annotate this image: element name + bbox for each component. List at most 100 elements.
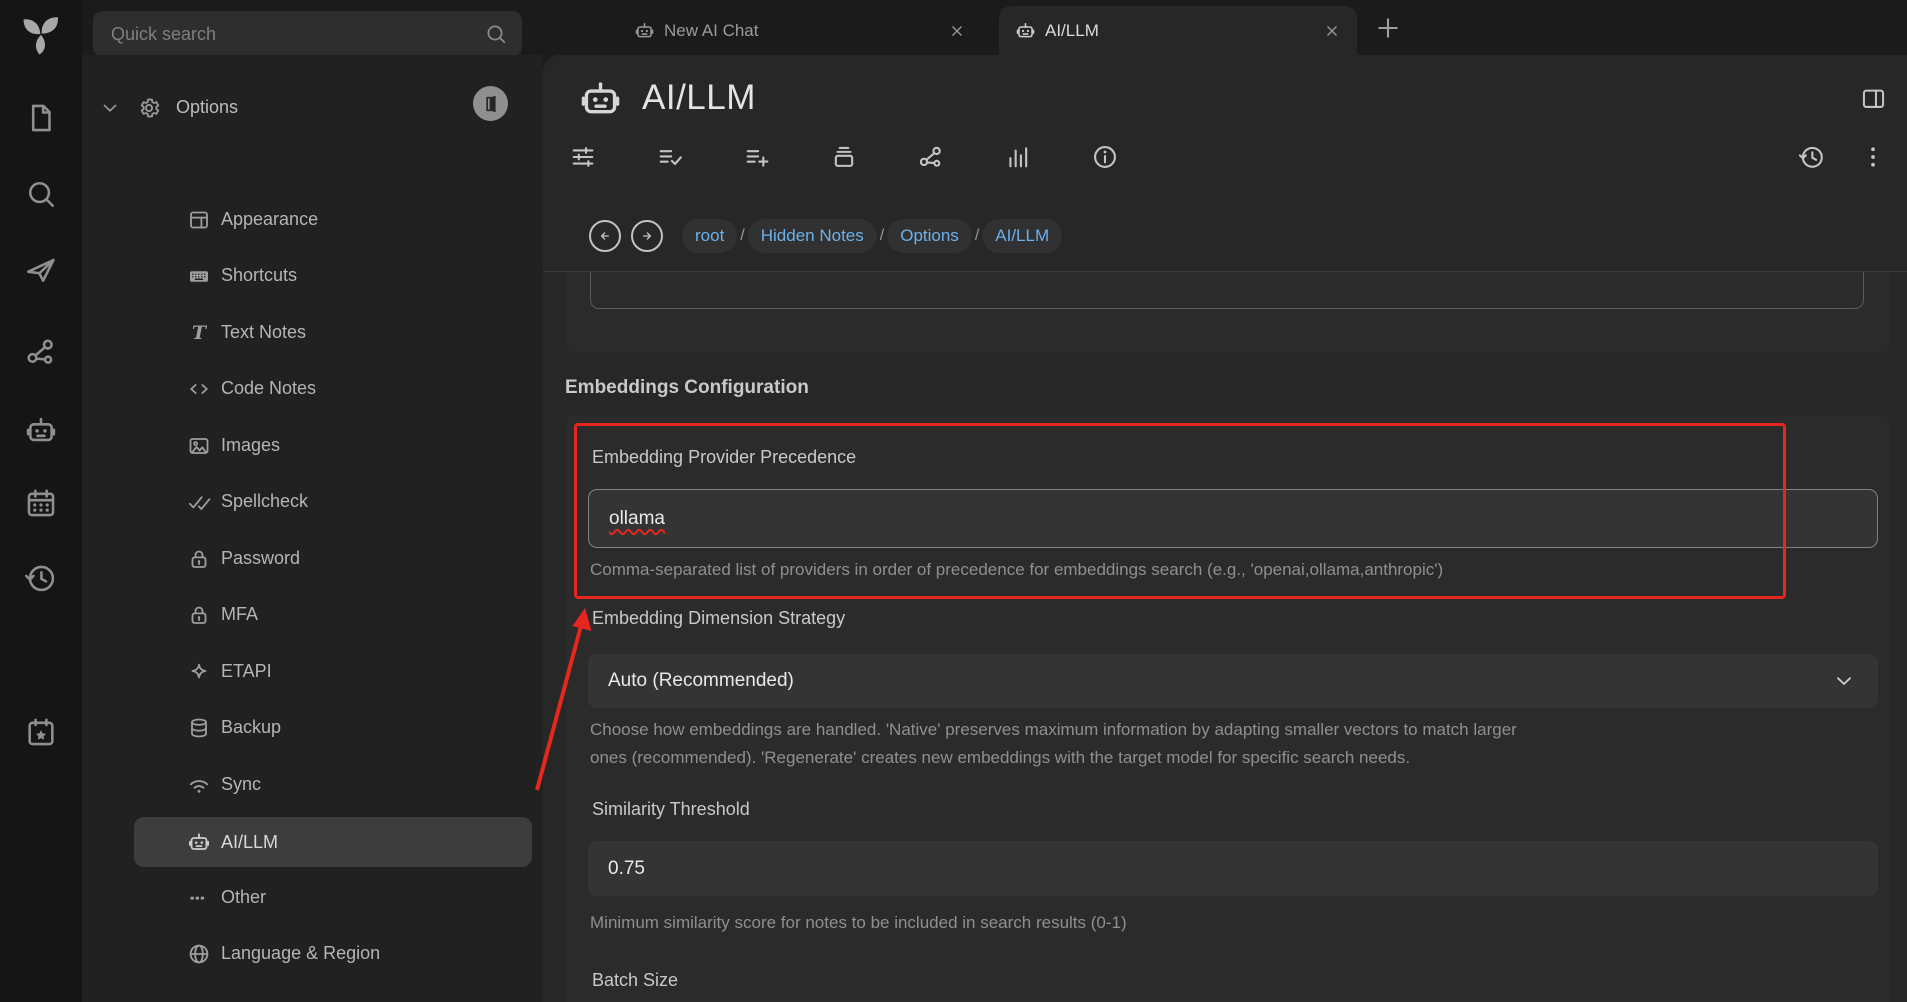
- breadcrumb-item-ai-llm[interactable]: AI/LLM: [982, 219, 1062, 253]
- tab-label: New AI Chat: [664, 21, 759, 41]
- quick-search-input[interactable]: Quick search: [93, 11, 522, 57]
- jump-to-note-icon[interactable]: [24, 253, 58, 287]
- sidebar-item-sync[interactable]: Sync: [134, 764, 532, 805]
- database-icon: [187, 716, 211, 740]
- keyboard-icon: [187, 264, 211, 288]
- trilium-logo-icon: [19, 12, 63, 56]
- sidebar-item-etapi[interactable]: ETAPI: [134, 651, 532, 692]
- sidebar-item-shortcuts[interactable]: Shortcuts: [134, 255, 532, 296]
- robot-icon: [1015, 20, 1036, 41]
- batch-size-label: Batch Size: [592, 970, 678, 991]
- double-check-icon: [187, 490, 211, 514]
- note-revisions-icon[interactable]: [1798, 143, 1826, 171]
- sparkle-icon: [187, 660, 211, 684]
- ribbon-bar: [543, 133, 1907, 181]
- sidebar-item-other[interactable]: Other: [134, 877, 532, 918]
- provider-precedence-description: Comma-separated list of providers in ord…: [590, 560, 1443, 580]
- note-detail-panel: AI/LLM root / Hidden Notes / Options / A…: [543, 55, 1907, 1002]
- new-note-icon[interactable]: [24, 101, 58, 135]
- close-tab-icon[interactable]: [948, 22, 966, 40]
- lock-icon: [187, 603, 211, 627]
- sidebar-item-advanced[interactable]: Advanced: [134, 990, 532, 1002]
- grid-icon: [187, 999, 211, 1002]
- sidebar-item-spellcheck[interactable]: Spellcheck: [134, 481, 532, 522]
- split-panel-icon[interactable]: [1860, 85, 1887, 112]
- tab-label: AI/LLM: [1045, 21, 1099, 41]
- dimension-strategy-description-line2: ones (recommended). 'Regenerate' creates…: [590, 748, 1410, 768]
- basic-properties-icon[interactable]: [569, 143, 597, 171]
- similarity-threshold-input[interactable]: 0.75: [588, 841, 1878, 896]
- forward-button[interactable]: [631, 220, 663, 252]
- robot-icon: [187, 830, 211, 854]
- provider-precedence-input[interactable]: ollama: [588, 489, 1878, 548]
- embedding-model-hint-box: Model used for generating embeddings (te…: [590, 271, 1864, 309]
- ellipsis-icon: [187, 886, 211, 910]
- breadcrumb: root / Hidden Notes / Options / AI/LLM: [543, 210, 1907, 262]
- note-map-icon[interactable]: [917, 143, 945, 171]
- sidebar-item-password[interactable]: Password: [134, 538, 532, 579]
- breadcrumb-separator: /: [737, 227, 747, 245]
- launcher-bar: [0, 0, 82, 1002]
- chevron-down-icon: [1832, 669, 1856, 693]
- tab-ai-llm[interactable]: AI/LLM: [999, 6, 1357, 55]
- breadcrumb-separator: /: [972, 227, 982, 245]
- similar-notes-icon[interactable]: [1004, 143, 1032, 171]
- day-note-icon[interactable]: [24, 715, 58, 749]
- breadcrumb-item-root[interactable]: root: [682, 219, 737, 253]
- sidebar-item-code-notes[interactable]: Code Notes: [134, 368, 532, 409]
- calendar-icon[interactable]: [24, 486, 58, 520]
- gear-icon: [137, 96, 161, 120]
- sidebar-item-language-region[interactable]: Language & Region: [134, 933, 532, 974]
- inherited-attributes-icon[interactable]: [743, 143, 771, 171]
- chevron-down-icon[interactable]: [99, 97, 121, 119]
- similarity-threshold-description: Minimum similarity score for notes to be…: [590, 913, 1127, 933]
- layout-icon: [187, 208, 211, 232]
- note-tree-pane: Options Appearance Shortcuts TText Notes…: [82, 55, 543, 1002]
- recent-changes-icon[interactable]: [24, 561, 58, 595]
- hide-tree-button[interactable]: [473, 86, 508, 121]
- sidebar-item-ai-llm[interactable]: AI/LLM: [134, 817, 532, 867]
- note-info-icon[interactable]: [1091, 143, 1119, 171]
- text-icon: T: [187, 321, 211, 345]
- ai-chat-icon[interactable]: [24, 413, 58, 447]
- search-icon[interactable]: [24, 177, 58, 211]
- sidebar-item-images[interactable]: Images: [134, 425, 532, 466]
- close-tab-icon[interactable]: [1323, 22, 1341, 40]
- section-heading: Embeddings Configuration: [565, 377, 809, 399]
- dimension-strategy-select[interactable]: Auto (Recommended): [588, 654, 1878, 708]
- sidebar-item-backup[interactable]: Backup: [134, 707, 532, 748]
- breadcrumb-item-hidden-notes[interactable]: Hidden Notes: [748, 219, 877, 253]
- tree-item-label: Options: [176, 97, 238, 118]
- new-tab-button[interactable]: [1374, 14, 1402, 42]
- image-icon: [187, 434, 211, 458]
- provider-precedence-value: ollama: [609, 508, 665, 530]
- note-paths-icon[interactable]: [830, 143, 858, 171]
- dimension-strategy-label: Embedding Dimension Strategy: [592, 608, 845, 629]
- more-options-icon[interactable]: [1859, 143, 1887, 171]
- dimension-strategy-value: Auto (Recommended): [608, 670, 794, 692]
- provider-precedence-label: Embedding Provider Precedence: [592, 447, 856, 468]
- tab-new-ai-chat[interactable]: New AI Chat: [620, 6, 980, 55]
- embedding-model-card: Model used for generating embeddings (te…: [565, 271, 1890, 353]
- sidebar-item-text-notes[interactable]: TText Notes: [134, 312, 532, 353]
- options-scroll-area[interactable]: Model used for generating embeddings (te…: [543, 271, 1907, 1002]
- similarity-threshold-value: 0.75: [608, 858, 645, 880]
- lock-icon: [187, 547, 211, 571]
- breadcrumb-separator: /: [877, 227, 887, 245]
- similarity-threshold-label: Similarity Threshold: [592, 799, 750, 820]
- trilium-window: New AI Chat AI/LLM Quick search Options …: [0, 0, 1907, 1002]
- sidebar-item-appearance[interactable]: Appearance: [134, 199, 532, 240]
- breadcrumb-item-options[interactable]: Options: [887, 219, 972, 253]
- sidebar-item-mfa[interactable]: MFA: [134, 594, 532, 635]
- code-icon: [187, 377, 211, 401]
- note-title[interactable]: AI/LLM: [642, 78, 756, 118]
- search-icon[interactable]: [484, 22, 508, 46]
- wifi-icon: [187, 773, 211, 797]
- dimension-strategy-description-line1: Choose how embeddings are handled. 'Nati…: [590, 720, 1517, 740]
- back-button[interactable]: [589, 220, 621, 252]
- note-map-icon[interactable]: [24, 335, 58, 369]
- robot-icon: [634, 20, 655, 41]
- owned-attributes-icon[interactable]: [656, 143, 684, 171]
- globe-icon: [187, 942, 211, 966]
- quick-search-placeholder: Quick search: [111, 24, 484, 45]
